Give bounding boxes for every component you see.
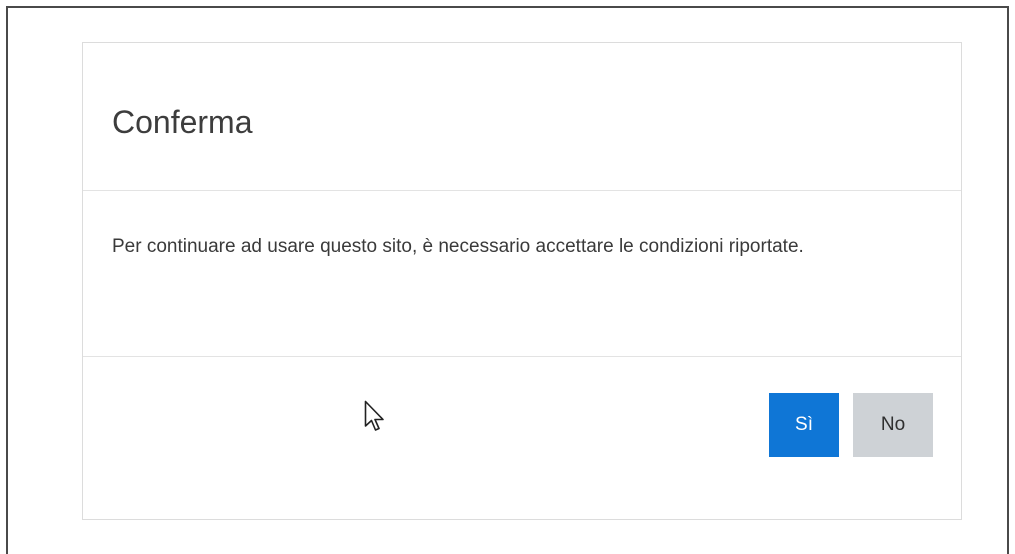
dialog-header: Conferma (83, 43, 961, 191)
mouse-pointer-icon (364, 400, 384, 431)
dialog-title: Conferma (112, 104, 253, 140)
dialog-footer: Sì No (83, 357, 961, 520)
dialog-body: Per continuare ad usare questo sito, è n… (83, 191, 961, 357)
dialog-message: Per continuare ad usare questo sito, è n… (112, 236, 804, 257)
confirm-dialog: Conferma Per continuare ad usare questo … (82, 42, 962, 520)
yes-button[interactable]: Sì (769, 393, 839, 457)
no-button[interactable]: No (853, 393, 933, 457)
